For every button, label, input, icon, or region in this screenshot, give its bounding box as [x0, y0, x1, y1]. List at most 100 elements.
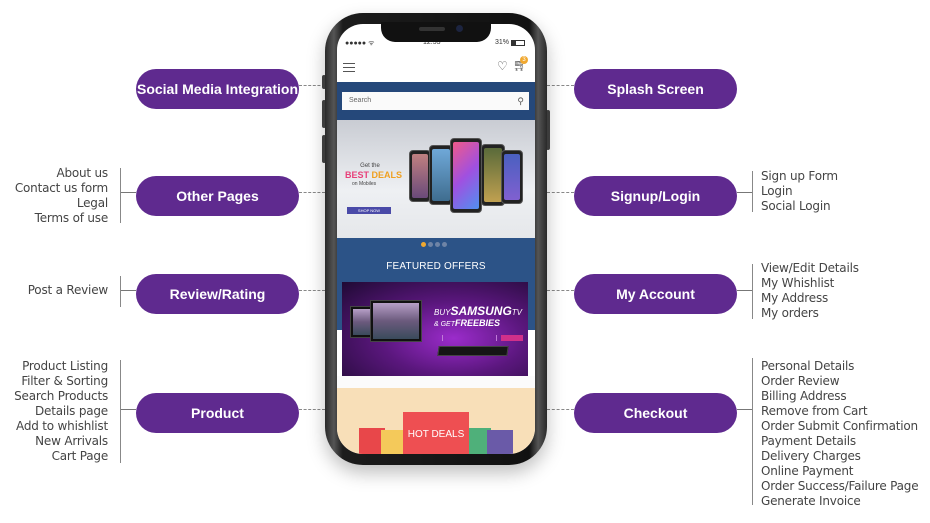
banner-deals: DEALS [371, 170, 403, 180]
samsung-promo-banner[interactable]: BUYSAMSUNGTV & GETFREEBIES [342, 282, 528, 376]
connector-line [547, 290, 574, 291]
hamburger-icon[interactable] [343, 63, 355, 73]
camera-icon [456, 25, 463, 32]
carousel-dot[interactable] [442, 242, 447, 247]
list-item: Cart Page [51, 449, 109, 463]
connector-line [299, 290, 325, 291]
hero-banner[interactable]: Get the BEST DEALS on Mobiles SHOP NOW [337, 120, 535, 238]
carousel-dot-active[interactable] [421, 242, 426, 247]
checkout-list: Personal Details Order Review Billing Ad… [761, 359, 919, 509]
connector-line [120, 409, 136, 410]
list-item: Login [761, 184, 793, 198]
bracket-line [752, 264, 753, 319]
connector-line [299, 409, 325, 410]
list-item: View/Edit Details [761, 261, 859, 275]
banner-text-get-the: Get the [360, 163, 380, 169]
connector-line [120, 192, 136, 193]
list-item: Order Success/Failure Page [761, 479, 919, 493]
list-item: Filter & Sorting [21, 374, 108, 388]
connector-line [547, 192, 574, 193]
list-item: Personal Details [761, 359, 855, 373]
promo-shop-now-button[interactable] [501, 335, 523, 341]
bracket-line [120, 276, 121, 307]
banner-subtext: on Mobiles [352, 181, 377, 187]
hot-deals-label: HOT DEALS [407, 429, 465, 440]
list-item: Social Login [761, 199, 831, 213]
connector-line [737, 290, 753, 291]
list-item: About us [56, 166, 108, 180]
list-item: Contact us form [14, 181, 108, 195]
module-social-media-integration: Social Media Integration [136, 69, 299, 109]
battery-icon [511, 39, 525, 46]
promo-details [442, 335, 497, 341]
list-item: My orders [761, 306, 819, 320]
list-item: Online Payment [761, 464, 854, 478]
list-item: Billing Address [761, 389, 847, 403]
list-item: Payment Details [761, 434, 856, 448]
phone-notch [381, 22, 491, 42]
shop-now-button[interactable]: SHOP NOW [347, 207, 391, 214]
connector-line [547, 85, 574, 86]
list-item: New Arrivals [35, 434, 108, 448]
list-item: My Address [761, 291, 829, 305]
module-splash-screen: Splash Screen [574, 69, 737, 109]
carousel-dot[interactable] [435, 242, 440, 247]
bracket-line [752, 358, 753, 505]
speaker-icon [419, 27, 445, 31]
list-item: Terms of use [34, 211, 109, 225]
list-item: Details page [35, 404, 108, 418]
module-checkout: Checkout [574, 393, 737, 433]
list-item: Add to whishlist [16, 419, 108, 433]
list-item: Delivery Charges [761, 449, 861, 463]
bracket-line [752, 171, 753, 212]
connector-line [737, 409, 753, 410]
list-item: Post a Review [27, 283, 109, 297]
connector-line [120, 290, 136, 291]
battery-indicator: 31% [495, 39, 525, 46]
list-item: Search Products [14, 389, 108, 403]
bag-image [487, 430, 513, 454]
bracket-line [120, 168, 121, 223]
search-input[interactable]: Search ⚲ [342, 92, 529, 110]
promo-subheadline: & GETFREEBIES [434, 318, 501, 328]
list-item: Remove from Cart [761, 404, 868, 418]
signup-login-list: Sign up Form Login Social Login [761, 169, 838, 214]
carousel-dots[interactable] [421, 242, 447, 247]
promo-headline: BUYSAMSUNGTV [434, 304, 523, 318]
carousel-dot[interactable] [428, 242, 433, 247]
battery-percent: 31% [494, 39, 509, 46]
featured-offers-title: FEATURED OFFERS [386, 261, 486, 272]
hot-deals-banner[interactable] [337, 388, 535, 454]
module-my-account: My Account [574, 274, 737, 314]
connector-line [737, 192, 753, 193]
connector-line [547, 409, 574, 410]
connector-line [299, 192, 325, 193]
signal-icon: ●●●●● ᯤ [345, 40, 375, 47]
list-item: Legal [76, 196, 108, 210]
banner-headline: BEST DEALS [345, 170, 402, 180]
phone-image [501, 150, 523, 204]
divider [337, 376, 535, 388]
list-item: Generate Invoice [761, 494, 861, 508]
bracket-line [120, 360, 121, 463]
app-bar: ♡ 🛒︎ 3 [337, 56, 535, 82]
banner-best: BEST [345, 170, 370, 180]
review-rating-list: Post a Review [27, 283, 109, 298]
other-pages-list: About us Contact us form Legal Terms of … [15, 166, 108, 226]
player-image [437, 346, 509, 356]
product-list: Product Listing Filter & Sorting Search … [14, 359, 108, 464]
my-account-list: View/Edit Details My Whishlist My Addres… [761, 261, 859, 321]
search-placeholder: Search [349, 97, 372, 104]
tv-image [370, 300, 422, 342]
phone-image [450, 138, 482, 213]
module-other-pages: Other Pages [136, 176, 299, 216]
heart-icon[interactable]: ♡ [497, 59, 508, 73]
cart-badge: 3 [520, 56, 528, 64]
phone-image [409, 150, 431, 202]
module-product: Product [136, 393, 299, 433]
list-item: Order Review [761, 374, 840, 388]
list-item: My Whishlist [761, 276, 835, 290]
module-signup-login: Signup/Login [574, 176, 737, 216]
list-item: Sign up Form [761, 169, 838, 183]
search-icon[interactable]: ⚲ [517, 92, 524, 110]
